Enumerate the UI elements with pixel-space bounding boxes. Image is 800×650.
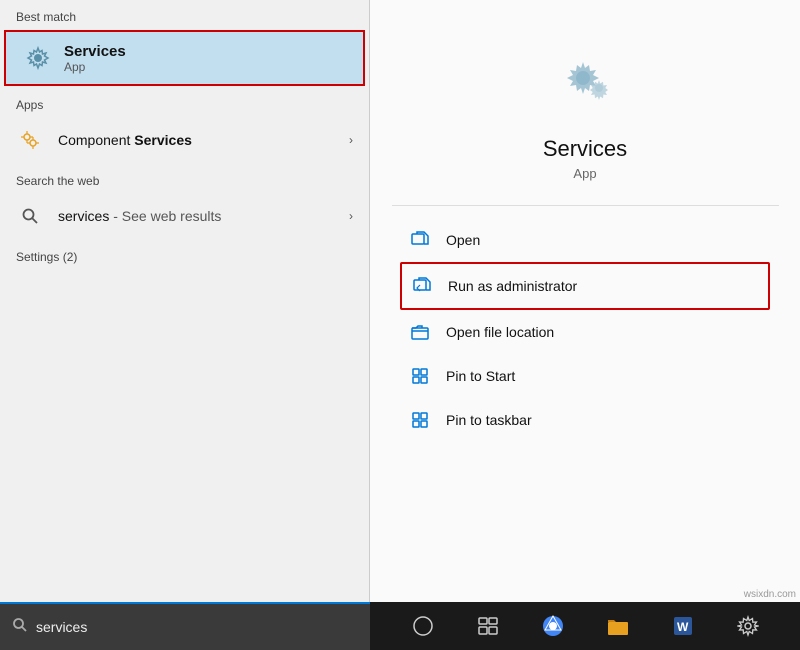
pin-to-taskbar-icon bbox=[408, 408, 432, 432]
open-file-location-label: Open file location bbox=[446, 324, 554, 340]
taskbar-icons: W bbox=[370, 610, 800, 642]
action-list: Open Run as administrator bbox=[370, 218, 800, 442]
web-search-item[interactable]: services - See web results › bbox=[0, 192, 369, 240]
divider bbox=[392, 205, 779, 206]
open-action[interactable]: Open bbox=[400, 218, 770, 262]
left-panel: Best match Services App Apps bbox=[0, 0, 370, 602]
services-icon bbox=[22, 42, 54, 74]
task-view-icon[interactable] bbox=[472, 610, 504, 642]
search-web-icon bbox=[16, 202, 44, 230]
web-query: services bbox=[58, 208, 109, 224]
taskbar-search-bar[interactable]: services bbox=[0, 602, 370, 650]
settings-icon[interactable] bbox=[732, 610, 764, 642]
component-services-label: Component Services bbox=[58, 132, 349, 148]
best-match-label: Best match bbox=[0, 0, 369, 28]
best-match-title: Services bbox=[64, 43, 126, 60]
web-search-text: services - See web results bbox=[58, 208, 349, 224]
taskbar-search-text: services bbox=[36, 619, 87, 635]
pin-to-start-label: Pin to Start bbox=[446, 368, 515, 384]
cortana-icon[interactable] bbox=[407, 610, 439, 642]
open-file-location-action[interactable]: Open file location bbox=[400, 310, 770, 354]
run-as-admin-action[interactable]: Run as administrator bbox=[400, 262, 770, 310]
pin-to-taskbar-label: Pin to taskbar bbox=[446, 412, 532, 428]
web-arrow: › bbox=[349, 209, 353, 223]
run-as-admin-icon bbox=[410, 274, 434, 298]
apps-label: Apps bbox=[0, 88, 369, 116]
component-services-arrow: › bbox=[349, 133, 353, 147]
component-services-item[interactable]: Component Services › bbox=[0, 116, 369, 164]
open-label: Open bbox=[446, 232, 480, 248]
web-label: Search the web bbox=[0, 164, 369, 192]
best-match-item[interactable]: Services App bbox=[4, 30, 365, 86]
app-icon-large bbox=[545, 40, 625, 120]
open-file-location-icon bbox=[408, 320, 432, 344]
pin-to-start-icon bbox=[408, 364, 432, 388]
file-explorer-icon[interactable] bbox=[602, 610, 634, 642]
app-subtitle: App bbox=[573, 166, 596, 181]
best-match-subtitle: App bbox=[64, 60, 126, 74]
web-suffix: - See web results bbox=[113, 208, 221, 224]
app-title: Services bbox=[543, 136, 627, 162]
run-as-admin-label: Run as administrator bbox=[448, 278, 577, 294]
taskbar: services bbox=[0, 602, 800, 650]
open-icon bbox=[408, 228, 432, 252]
component-services-icon bbox=[16, 126, 44, 154]
best-match-text: Services App bbox=[64, 43, 126, 74]
pin-to-taskbar-action[interactable]: Pin to taskbar bbox=[400, 398, 770, 442]
chrome-icon[interactable] bbox=[537, 610, 569, 642]
taskbar-search-icon bbox=[12, 617, 28, 638]
pin-to-start-action[interactable]: Pin to Start bbox=[400, 354, 770, 398]
settings-label: Settings (2) bbox=[0, 240, 369, 268]
word-icon[interactable]: W bbox=[667, 610, 699, 642]
right-panel: Services App Open bbox=[370, 0, 800, 602]
watermark: wsixdn.com bbox=[744, 589, 796, 600]
svg-text:W: W bbox=[677, 620, 689, 634]
